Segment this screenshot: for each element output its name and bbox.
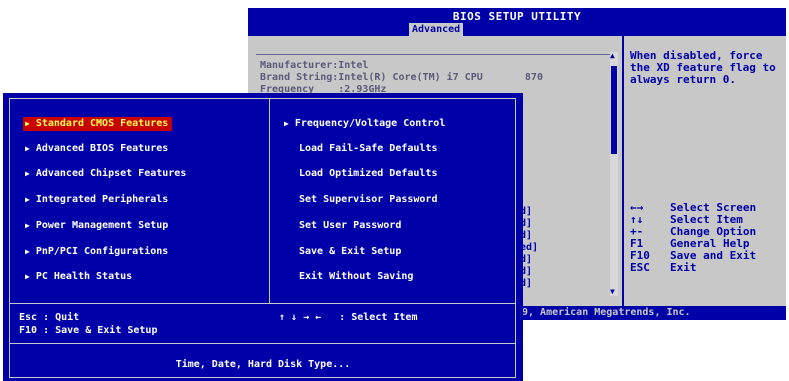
status-select-item: ↑ ↓ → ← : Select Item <box>279 312 418 323</box>
ami-title: BIOS SETUP UTILITY <box>452 10 582 23</box>
item-description: Time, Date, Hard Disk Type... <box>175 359 351 370</box>
menu-label: Power Management Setup <box>35 220 169 231</box>
arrow-right-icon: ▶ <box>25 195 30 204</box>
arrow-right-icon: ▶ <box>25 247 30 256</box>
ami-top-rule <box>256 54 614 55</box>
menu-save-exit-setup[interactable]: Save & Exit Setup <box>299 245 401 259</box>
menu-set-user-password[interactable]: Set User Password <box>299 219 401 233</box>
arrow-right-icon: ▶ <box>25 272 30 281</box>
scroll-down-arrow-icon[interactable]: ▼ <box>610 288 615 296</box>
menu-set-supervisor-password[interactable]: Set Supervisor Password <box>299 193 437 207</box>
status-esc-quit: Esc : Quit <box>19 312 80 323</box>
menu-frequency-voltage-control[interactable]: ▶ Frequency/Voltage Control <box>284 117 445 131</box>
key-description: Exit <box>670 261 697 274</box>
arrow-right-icon: ▶ <box>284 119 289 128</box>
status-top-rule <box>10 343 515 344</box>
key-help-row: ESC Exit <box>630 262 697 274</box>
arrow-right-icon: ▶ <box>25 221 30 230</box>
menu-power-management-setup[interactable]: ▶ Power Management Setup <box>25 219 168 233</box>
ami-title-bar: BIOS SETUP UTILITY Advanced <box>248 8 786 36</box>
help-text: When disabled, force the XD feature flag… <box>630 49 776 86</box>
arrow-right-icon: ▶ <box>25 144 30 153</box>
menu-pc-health-status[interactable]: ▶ PC Health Status <box>25 270 132 284</box>
menu-label: Frequency/Voltage Control <box>294 118 446 129</box>
brand-string-line: Brand String:Intel(R) Core(TM) i7 CPU 87… <box>260 72 543 83</box>
award-cmos-setup-window: ▶ Standard CMOS Features ▶ Advanced BIOS F… <box>3 93 523 381</box>
menu-advanced-chipset-features[interactable]: ▶ Advanced Chipset Features <box>25 167 186 181</box>
menu-exit-without-saving[interactable]: Exit Without Saving <box>299 270 413 284</box>
scroll-thumb[interactable] <box>611 66 617 154</box>
copyright-text: 9, American Megatrends, Inc. <box>522 307 691 318</box>
menu-label: PC Health Status <box>35 271 133 282</box>
menu-pnp-pci-configurations[interactable]: ▶ PnP/PCI Configurations <box>25 245 168 259</box>
menu-load-optimized-defaults[interactable]: Load Optimized Defaults <box>299 167 437 181</box>
menu-label: Advanced BIOS Features <box>35 143 169 154</box>
ami-scrollbar[interactable]: ▲ ▼ <box>610 52 618 296</box>
column-divider <box>269 99 270 303</box>
menu-bottom-rule <box>10 303 515 304</box>
menu-label: Advanced Chipset Features <box>35 168 187 179</box>
status-f10-save-exit: F10 : Save & Exit Setup <box>19 325 158 336</box>
menu-load-fail-safe-defaults[interactable]: Load Fail-Safe Defaults <box>299 142 437 156</box>
ami-help-divider <box>622 36 624 306</box>
menu-label: Integrated Peripherals <box>35 194 169 205</box>
menu-advanced-bios-features[interactable]: ▶ Advanced BIOS Features <box>25 142 168 156</box>
key-label: ESC <box>630 261 650 274</box>
menu-integrated-peripherals[interactable]: ▶ Integrated Peripherals <box>25 193 168 207</box>
menu-label: PnP/PCI Configurations <box>35 246 169 257</box>
arrow-right-icon: ▶ <box>25 119 30 128</box>
scroll-up-arrow-icon[interactable]: ▲ <box>610 52 615 60</box>
arrow-right-icon: ▶ <box>25 169 30 178</box>
tab-advanced[interactable]: Advanced <box>409 23 464 36</box>
manufacturer-line: Manufacturer:Intel <box>260 60 369 71</box>
menu-label: Standard CMOS Features <box>35 118 169 129</box>
menu-standard-cmos-features[interactable]: ▶ Standard CMOS Features <box>23 117 173 131</box>
